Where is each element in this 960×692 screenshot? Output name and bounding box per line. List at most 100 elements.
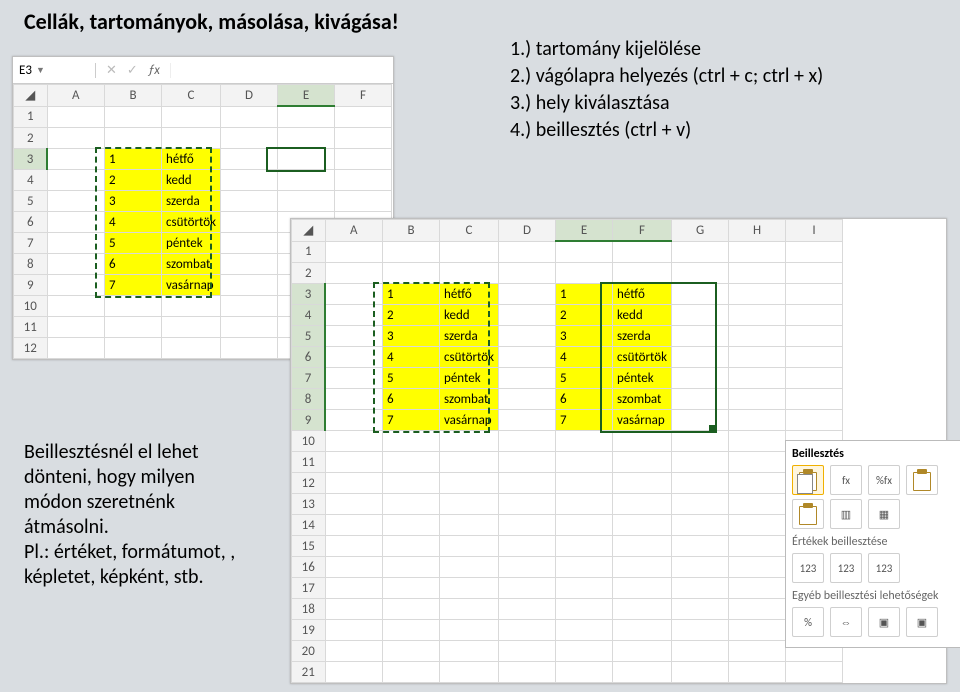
paste-values-number-button[interactable]: 123 xyxy=(830,553,862,583)
row-header[interactable]: 7 xyxy=(14,233,48,254)
row-header[interactable]: 11 xyxy=(14,317,48,338)
cell[interactable]: 6 xyxy=(383,389,440,410)
fx-icon[interactable]: ƒx xyxy=(148,63,160,78)
row-header[interactable]: 2 xyxy=(292,263,326,284)
row-header[interactable]: 3 xyxy=(292,284,326,305)
row-header[interactable]: 6 xyxy=(292,347,326,368)
cell[interactable]: 4 xyxy=(556,347,613,368)
paste-values-button[interactable]: 123 xyxy=(792,553,824,583)
cell[interactable]: 7 xyxy=(556,410,613,431)
col-header[interactable]: B xyxy=(383,220,440,242)
col-header[interactable]: H xyxy=(729,220,786,242)
paste-all-button[interactable] xyxy=(792,465,824,495)
col-header[interactable]: F xyxy=(335,85,392,107)
name-box[interactable]: E3 ▼ xyxy=(13,63,96,78)
cell[interactable]: 5 xyxy=(105,233,162,254)
col-header[interactable]: G xyxy=(672,220,729,242)
col-header[interactable]: C xyxy=(440,220,499,242)
cell[interactable]: vasárnap xyxy=(162,275,221,296)
row-header[interactable]: 8 xyxy=(292,389,326,410)
col-header[interactable]: F xyxy=(613,220,672,242)
row-header[interactable]: 3 xyxy=(14,149,48,170)
row-header[interactable]: 12 xyxy=(292,473,326,494)
cell[interactable]: szombat xyxy=(613,389,672,410)
select-all[interactable]: ◢ xyxy=(292,220,326,242)
row-header[interactable]: 13 xyxy=(292,494,326,515)
row-header[interactable]: 5 xyxy=(14,191,48,212)
cell[interactable]: szerda xyxy=(440,326,499,347)
paste-no-borders-button[interactable] xyxy=(792,499,824,529)
paste-keep-widths-button[interactable]: ▥ xyxy=(830,499,862,529)
row-header[interactable]: 18 xyxy=(292,599,326,620)
cancel-icon[interactable]: ✕ xyxy=(106,63,117,78)
cell[interactable]: 1 xyxy=(383,284,440,305)
row-header[interactable]: 1 xyxy=(14,106,48,128)
cell[interactable]: hétfő xyxy=(440,284,499,305)
fill-handle[interactable] xyxy=(709,425,715,431)
col-header[interactable]: A xyxy=(47,85,105,107)
cell[interactable]: csütörtök xyxy=(162,212,221,233)
col-header[interactable]: D xyxy=(499,220,556,242)
col-header[interactable]: E xyxy=(556,220,613,242)
cell[interactable]: 4 xyxy=(105,212,162,233)
cell[interactable]: csütörtök xyxy=(613,347,672,368)
cell[interactable]: péntek xyxy=(440,368,499,389)
cell[interactable]: hétfő xyxy=(613,284,672,305)
row-header[interactable]: 14 xyxy=(292,515,326,536)
cell[interactable]: 6 xyxy=(105,254,162,275)
cell[interactable]: 5 xyxy=(556,368,613,389)
paste-formatting-button[interactable]: % xyxy=(792,607,824,637)
cell[interactable]: hétfő xyxy=(162,149,221,170)
col-header[interactable]: I xyxy=(786,220,843,242)
paste-formulas-number-button[interactable]: %fx xyxy=(868,465,900,495)
row-header[interactable]: 7 xyxy=(292,368,326,389)
enter-icon[interactable]: ✓ xyxy=(127,63,138,78)
cell[interactable]: 1 xyxy=(556,284,613,305)
paste-formulas-button[interactable]: fx xyxy=(830,465,862,495)
col-header[interactable]: B xyxy=(105,85,162,107)
cell[interactable]: 4 xyxy=(383,347,440,368)
cell[interactable]: 7 xyxy=(383,410,440,431)
col-header[interactable]: C xyxy=(162,85,221,107)
paste-linked-picture-button[interactable]: ▣ xyxy=(906,607,938,637)
paste-values-source-button[interactable]: 123 xyxy=(868,553,900,583)
col-header[interactable]: E xyxy=(278,85,335,107)
row-header[interactable]: 17 xyxy=(292,578,326,599)
paste-picture-button[interactable]: ▣ xyxy=(868,607,900,637)
cell[interactable]: kedd xyxy=(440,305,499,326)
select-all[interactable]: ◢ xyxy=(14,85,48,107)
paste-link-button[interactable]: ⇔ xyxy=(830,607,862,637)
cell[interactable]: szerda xyxy=(613,326,672,347)
row-header[interactable]: 19 xyxy=(292,620,326,641)
row-header[interactable]: 12 xyxy=(14,338,48,359)
row-header[interactable]: 4 xyxy=(14,170,48,191)
cell[interactable]: 6 xyxy=(556,389,613,410)
row-header[interactable]: 8 xyxy=(14,254,48,275)
row-header[interactable]: 4 xyxy=(292,305,326,326)
row-header[interactable]: 21 xyxy=(292,662,326,683)
row-header[interactable]: 15 xyxy=(292,536,326,557)
cell[interactable]: kedd xyxy=(162,170,221,191)
row-header[interactable]: 5 xyxy=(292,326,326,347)
paste-transpose-button[interactable]: ▦ xyxy=(868,499,900,529)
row-header[interactable]: 6 xyxy=(14,212,48,233)
cell[interactable]: 2 xyxy=(383,305,440,326)
cell[interactable]: szerda xyxy=(162,191,221,212)
cell[interactable]: szombat xyxy=(162,254,221,275)
col-header[interactable]: A xyxy=(325,220,383,242)
cell[interactable]: péntek xyxy=(613,368,672,389)
row-header[interactable]: 16 xyxy=(292,557,326,578)
row-header[interactable]: 10 xyxy=(14,296,48,317)
cell[interactable]: 5 xyxy=(383,368,440,389)
cell[interactable]: 3 xyxy=(383,326,440,347)
cell[interactable]: 1 xyxy=(105,149,162,170)
row-header[interactable]: 1 xyxy=(292,241,326,263)
cell[interactable]: vasárnap xyxy=(613,410,672,431)
row-header[interactable]: 20 xyxy=(292,641,326,662)
cell[interactable]: 3 xyxy=(556,326,613,347)
grid-2[interactable]: ◢ A B C D E F G H I 1 2 31hétfő1hétfő 42… xyxy=(291,219,843,683)
cell[interactable]: péntek xyxy=(162,233,221,254)
cell[interactable]: szombat xyxy=(440,389,499,410)
row-header[interactable]: 9 xyxy=(292,410,326,431)
row-header[interactable]: 11 xyxy=(292,452,326,473)
